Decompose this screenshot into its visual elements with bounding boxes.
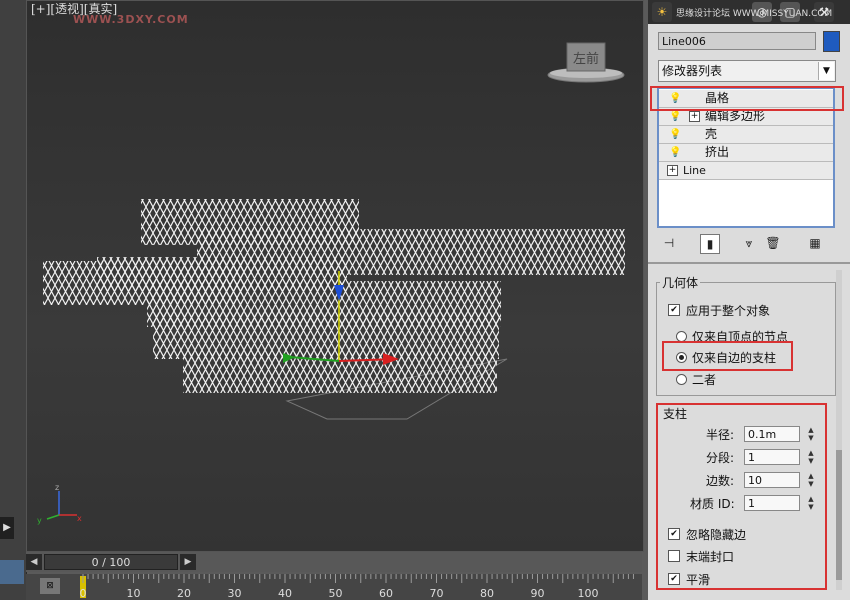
previous-frame-button[interactable]: ◀ bbox=[26, 554, 42, 570]
expand-plus-icon[interactable]: + bbox=[667, 165, 678, 176]
tick-label: 80 bbox=[480, 587, 494, 600]
both-radio[interactable] bbox=[676, 374, 687, 385]
light-bulb-icon[interactable]: 💡 bbox=[669, 126, 681, 143]
show-end-result-icon[interactable]: ▮ bbox=[700, 234, 720, 254]
object-name-field[interactable]: Line006 bbox=[658, 32, 816, 50]
svg-text:y: y bbox=[37, 516, 42, 525]
viewcube-label: 左前 bbox=[573, 51, 599, 67]
stack-item-label: Line bbox=[683, 164, 706, 177]
trash-icon[interactable]: 🗑 bbox=[764, 234, 782, 252]
viewcube-icon[interactable]: 左前 bbox=[541, 39, 631, 87]
axis-tripod-icon: z x y bbox=[37, 483, 82, 525]
funnel-icon[interactable]: ⩔ bbox=[740, 234, 758, 252]
site-watermark: 思缘设计论坛 WWW.MISSYUAN.COM bbox=[676, 9, 833, 19]
modifier-list-dropdown[interactable]: 修改器列表 ▼ bbox=[658, 60, 836, 82]
panel-scroll-thumb[interactable] bbox=[836, 450, 842, 580]
svg-text:z: z bbox=[55, 483, 59, 492]
svg-text:x: x bbox=[77, 514, 82, 523]
highlight-struts-group-box bbox=[656, 403, 827, 590]
highlight-struts-option-box bbox=[662, 341, 793, 371]
highlight-lattice-box bbox=[650, 86, 844, 111]
tick-label: 30 bbox=[227, 587, 242, 600]
stack-item-extrude[interactable]: 💡 挤出 bbox=[659, 144, 833, 162]
track-bar[interactable]: ⊠ 0 10 20 30 40 50 60 70 80 90 100 bbox=[26, 574, 642, 600]
stack-item-label: 壳 bbox=[705, 127, 718, 141]
command-panel-tabs: ☀ ◎ ▢ ⚒ 思缘设计论坛 WWW.MISSYUAN.COM bbox=[648, 0, 850, 24]
perspective-viewport[interactable]: [+][透视][真实] WWW.3DXY.COM 左前 z x y bbox=[26, 0, 644, 552]
lattice-mesh[interactable] bbox=[27, 181, 643, 431]
watermark-text: WWW.3DXY.COM bbox=[73, 13, 189, 26]
modifier-list-label: 修改器列表 bbox=[662, 64, 723, 78]
apply-whole-label: 应用于整个对象 bbox=[686, 304, 771, 318]
left-toolbar-strip: ▶ bbox=[0, 0, 27, 600]
configure-icon[interactable]: ▦ bbox=[806, 234, 824, 252]
tick-label: 90 bbox=[530, 587, 545, 600]
tick-label: 40 bbox=[278, 587, 292, 600]
expand-plus-icon[interactable]: + bbox=[689, 111, 700, 122]
sun-icon[interactable]: ☀ bbox=[652, 2, 672, 22]
stack-item-line[interactable]: + Line bbox=[659, 162, 833, 180]
tick-label: 60 bbox=[379, 587, 393, 600]
geometry-title: 几何体 bbox=[660, 274, 701, 291]
next-frame-button[interactable]: ▶ bbox=[180, 554, 196, 570]
time-slider-bar: ◀ 0 / 100 ▶ bbox=[26, 552, 642, 572]
panel-divider bbox=[648, 262, 850, 264]
light-bulb-icon[interactable]: 💡 bbox=[669, 144, 681, 161]
tick-label: 0 bbox=[79, 587, 87, 600]
tick-label: 100 bbox=[577, 587, 599, 600]
tick-label: 10 bbox=[126, 587, 141, 600]
tick-label: 20 bbox=[177, 587, 191, 600]
both-label: 二者 bbox=[692, 373, 717, 387]
stack-item-label: 挤出 bbox=[705, 145, 730, 159]
pin-icon[interactable]: ⊣ bbox=[660, 234, 678, 252]
chevron-down-icon[interactable]: ▼ bbox=[818, 62, 834, 80]
apply-whole-checkbox[interactable]: ✔ bbox=[668, 304, 680, 316]
tick-label: 70 bbox=[429, 587, 444, 600]
stack-item-shell[interactable]: 💡 壳 bbox=[659, 126, 833, 144]
time-slider[interactable]: 0 / 100 bbox=[44, 554, 178, 570]
object-color-swatch[interactable] bbox=[823, 31, 840, 52]
expand-arrow-icon[interactable]: ▶ bbox=[0, 517, 14, 539]
tick-label: 50 bbox=[328, 587, 343, 600]
stack-toolbar: ⊣ ▮ ⩔ 🗑 ▦ bbox=[660, 232, 840, 256]
left-tool-button[interactable] bbox=[0, 560, 24, 584]
